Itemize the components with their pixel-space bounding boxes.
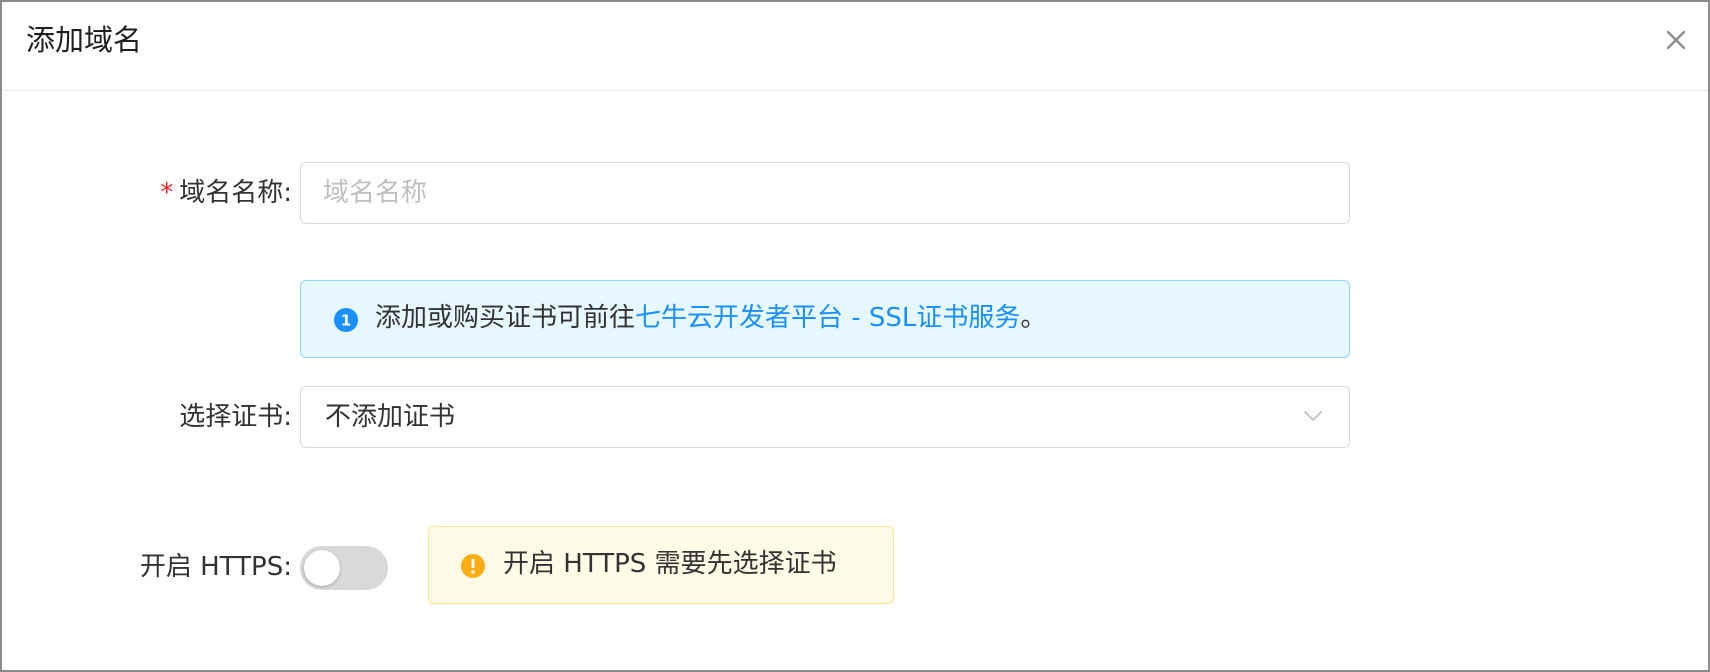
dialog-header: 添加域名 <box>2 2 1708 91</box>
domain-name-label-text: 域名名称: <box>179 178 292 208</box>
svg-text:1: 1 <box>341 312 351 330</box>
domain-name-input[interactable] <box>300 162 1350 224</box>
chevron-down-icon <box>1304 411 1322 421</box>
exclamation-icon <box>461 554 485 578</box>
certificate-selected-value: 不添加证书 <box>325 402 456 432</box>
ssl-info-text: 添加或购买证书可前往七牛云开发者平台 - SSL证书服务。 <box>375 300 1046 336</box>
ssl-service-link[interactable]: 七牛云开发者平台 - SSL证书服务 <box>635 303 1020 333</box>
add-domain-dialog: 添加域名 *域名名称: 1 添加或购买证书可前往七牛云开发者平台 - SSL证书… <box>0 0 1710 672</box>
certificate-label: 选择证书: <box>179 402 292 432</box>
ssl-info-suffix: 。 <box>1020 303 1047 333</box>
https-warning-alert: 开启 HTTPS 需要先选择证书 <box>428 526 894 604</box>
https-warning-text: 开启 HTTPS 需要先选择证书 <box>503 549 837 579</box>
info-icon: 1 <box>334 308 358 332</box>
dialog-title: 添加域名 <box>26 23 143 57</box>
required-mark: * <box>160 178 174 208</box>
close-icon[interactable] <box>1658 22 1694 58</box>
certificate-select[interactable]: 不添加证书 <box>300 386 1350 448</box>
domain-name-label: * 域名名称: <box>122 175 292 211</box>
ssl-info-prefix: 添加或购买证书可前往 <box>375 303 636 333</box>
https-toggle-knob <box>304 550 340 586</box>
ssl-info-alert: 1 添加或购买证书可前往七牛云开发者平台 - SSL证书服务。 <box>300 280 1350 358</box>
https-label: 开启 HTTPS: <box>139 552 292 582</box>
https-toggle[interactable] <box>300 546 388 590</box>
